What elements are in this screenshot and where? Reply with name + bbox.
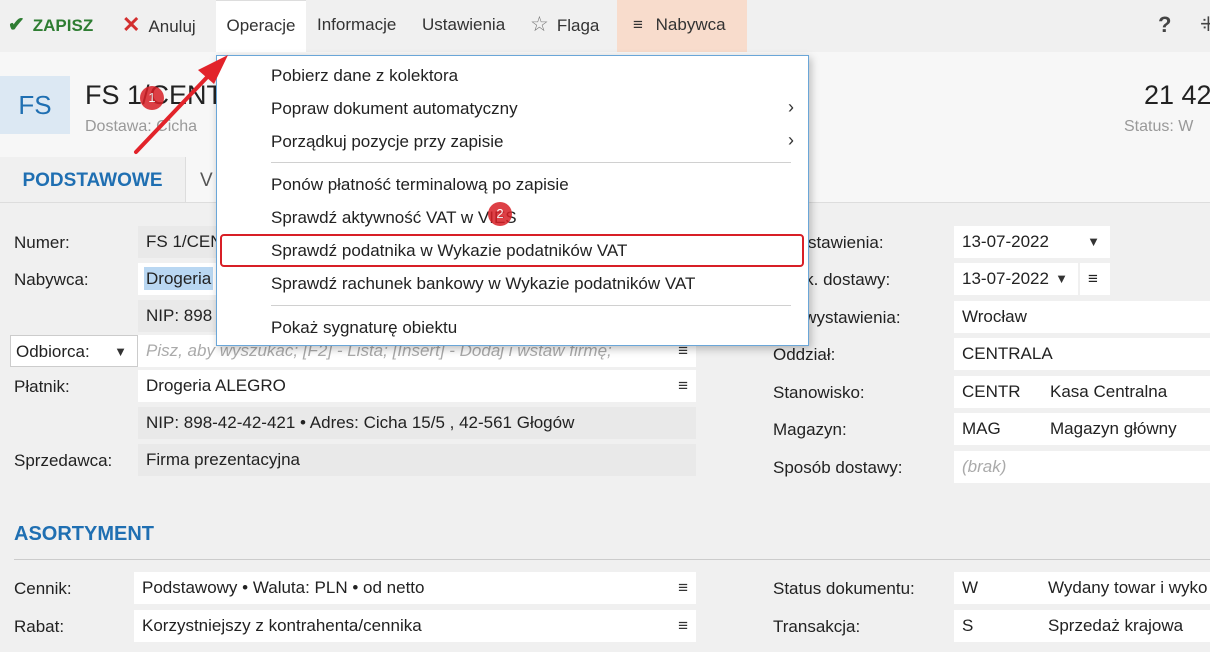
step-badge-1: 1 (140, 86, 164, 110)
step-badge-2: 2 (488, 202, 512, 226)
annotation-arrow (134, 55, 228, 154)
